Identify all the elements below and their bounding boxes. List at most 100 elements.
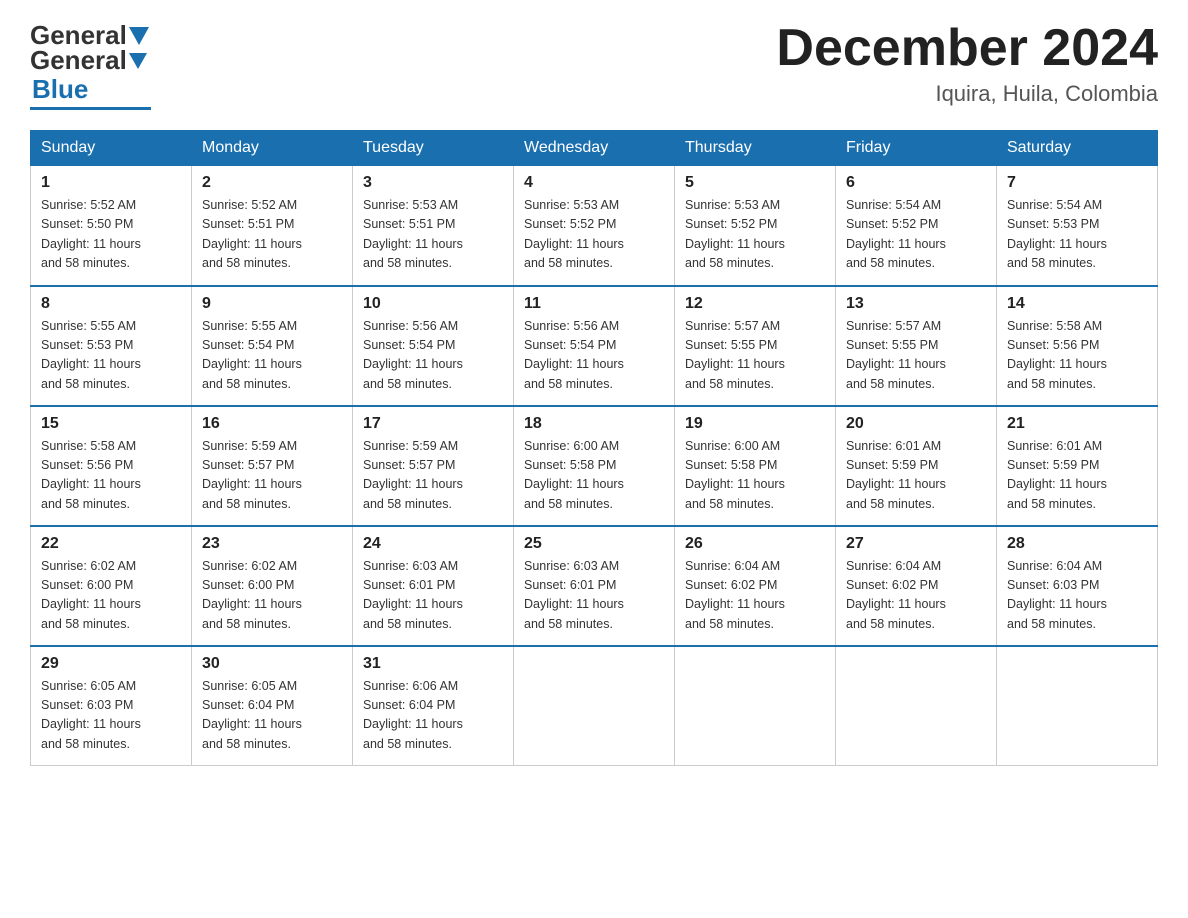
calendar-cell: 26 Sunrise: 6:04 AMSunset: 6:02 PMDaylig…	[675, 526, 836, 646]
col-monday: Monday	[192, 131, 353, 166]
calendar-cell: 27 Sunrise: 6:04 AMSunset: 6:02 PMDaylig…	[836, 526, 997, 646]
header-row: Sunday Monday Tuesday Wednesday Thursday…	[31, 131, 1158, 166]
day-number: 16	[202, 415, 342, 433]
day-info: Sunrise: 5:57 AMSunset: 5:55 PMDaylight:…	[846, 319, 946, 391]
logo-arrow-icon	[129, 53, 147, 69]
day-number: 2	[202, 174, 342, 192]
day-info: Sunrise: 5:55 AMSunset: 5:54 PMDaylight:…	[202, 319, 302, 391]
day-number: 30	[202, 655, 342, 673]
calendar-cell: 14 Sunrise: 5:58 AMSunset: 5:56 PMDaylig…	[997, 286, 1158, 406]
location-subtitle: Iquira, Huila, Colombia	[776, 81, 1158, 107]
day-number: 15	[41, 415, 181, 433]
day-info: Sunrise: 5:52 AMSunset: 5:50 PMDaylight:…	[41, 198, 141, 270]
day-number: 5	[685, 174, 825, 192]
day-info: Sunrise: 6:01 AMSunset: 5:59 PMDaylight:…	[846, 439, 946, 511]
day-number: 11	[524, 295, 664, 313]
calendar-cell: 8 Sunrise: 5:55 AMSunset: 5:53 PMDayligh…	[31, 286, 192, 406]
calendar-table: Sunday Monday Tuesday Wednesday Thursday…	[30, 130, 1158, 766]
day-info: Sunrise: 5:59 AMSunset: 5:57 PMDaylight:…	[202, 439, 302, 511]
day-number: 10	[363, 295, 503, 313]
calendar-cell: 6 Sunrise: 5:54 AMSunset: 5:52 PMDayligh…	[836, 166, 997, 286]
col-wednesday: Wednesday	[514, 131, 675, 166]
week-row-5: 29 Sunrise: 6:05 AMSunset: 6:03 PMDaylig…	[31, 646, 1158, 766]
day-info: Sunrise: 5:55 AMSunset: 5:53 PMDaylight:…	[41, 319, 141, 391]
calendar-cell: 23 Sunrise: 6:02 AMSunset: 6:00 PMDaylig…	[192, 526, 353, 646]
day-info: Sunrise: 5:52 AMSunset: 5:51 PMDaylight:…	[202, 198, 302, 270]
day-info: Sunrise: 6:05 AMSunset: 6:04 PMDaylight:…	[202, 679, 302, 751]
calendar-cell: 4 Sunrise: 5:53 AMSunset: 5:52 PMDayligh…	[514, 166, 675, 286]
day-number: 31	[363, 655, 503, 673]
day-number: 7	[1007, 174, 1147, 192]
day-number: 3	[363, 174, 503, 192]
day-number: 18	[524, 415, 664, 433]
calendar-cell: 19 Sunrise: 6:00 AMSunset: 5:58 PMDaylig…	[675, 406, 836, 526]
col-friday: Friday	[836, 131, 997, 166]
day-number: 9	[202, 295, 342, 313]
calendar-cell: 31 Sunrise: 6:06 AMSunset: 6:04 PMDaylig…	[353, 646, 514, 766]
calendar-cell: 17 Sunrise: 5:59 AMSunset: 5:57 PMDaylig…	[353, 406, 514, 526]
calendar-cell: 24 Sunrise: 6:03 AMSunset: 6:01 PMDaylig…	[353, 526, 514, 646]
month-year-title: December 2024	[776, 20, 1158, 77]
calendar-cell: 28 Sunrise: 6:04 AMSunset: 6:03 PMDaylig…	[997, 526, 1158, 646]
calendar-cell: 12 Sunrise: 5:57 AMSunset: 5:55 PMDaylig…	[675, 286, 836, 406]
day-info: Sunrise: 5:53 AMSunset: 5:52 PMDaylight:…	[524, 198, 624, 270]
day-number: 26	[685, 535, 825, 553]
calendar-cell: 10 Sunrise: 5:56 AMSunset: 5:54 PMDaylig…	[353, 286, 514, 406]
calendar-cell: 25 Sunrise: 6:03 AMSunset: 6:01 PMDaylig…	[514, 526, 675, 646]
day-info: Sunrise: 6:02 AMSunset: 6:00 PMDaylight:…	[202, 559, 302, 631]
day-number: 1	[41, 174, 181, 192]
day-number: 21	[1007, 415, 1147, 433]
col-saturday: Saturday	[997, 131, 1158, 166]
day-info: Sunrise: 6:04 AMSunset: 6:02 PMDaylight:…	[685, 559, 785, 631]
day-info: Sunrise: 5:56 AMSunset: 5:54 PMDaylight:…	[363, 319, 463, 391]
calendar-cell: 11 Sunrise: 5:56 AMSunset: 5:54 PMDaylig…	[514, 286, 675, 406]
calendar-cell: 2 Sunrise: 5:52 AMSunset: 5:51 PMDayligh…	[192, 166, 353, 286]
col-thursday: Thursday	[675, 131, 836, 166]
day-number: 28	[1007, 535, 1147, 553]
day-number: 4	[524, 174, 664, 192]
day-number: 29	[41, 655, 181, 673]
logo-triangle-icon	[129, 27, 149, 45]
day-info: Sunrise: 5:54 AMSunset: 5:52 PMDaylight:…	[846, 198, 946, 270]
col-sunday: Sunday	[31, 131, 192, 166]
calendar-cell	[836, 646, 997, 766]
calendar-cell: 5 Sunrise: 5:53 AMSunset: 5:52 PMDayligh…	[675, 166, 836, 286]
day-info: Sunrise: 5:56 AMSunset: 5:54 PMDaylight:…	[524, 319, 624, 391]
calendar-cell	[675, 646, 836, 766]
day-info: Sunrise: 6:03 AMSunset: 6:01 PMDaylight:…	[524, 559, 624, 631]
day-info: Sunrise: 6:00 AMSunset: 5:58 PMDaylight:…	[685, 439, 785, 511]
week-row-1: 1 Sunrise: 5:52 AMSunset: 5:50 PMDayligh…	[31, 166, 1158, 286]
calendar-cell: 7 Sunrise: 5:54 AMSunset: 5:53 PMDayligh…	[997, 166, 1158, 286]
calendar-cell: 21 Sunrise: 6:01 AMSunset: 5:59 PMDaylig…	[997, 406, 1158, 526]
week-row-2: 8 Sunrise: 5:55 AMSunset: 5:53 PMDayligh…	[31, 286, 1158, 406]
week-row-3: 15 Sunrise: 5:58 AMSunset: 5:56 PMDaylig…	[31, 406, 1158, 526]
day-info: Sunrise: 5:58 AMSunset: 5:56 PMDaylight:…	[1007, 319, 1107, 391]
calendar-cell: 3 Sunrise: 5:53 AMSunset: 5:51 PMDayligh…	[353, 166, 514, 286]
day-info: Sunrise: 5:59 AMSunset: 5:57 PMDaylight:…	[363, 439, 463, 511]
day-number: 22	[41, 535, 181, 553]
day-number: 17	[363, 415, 503, 433]
day-info: Sunrise: 6:01 AMSunset: 5:59 PMDaylight:…	[1007, 439, 1107, 511]
day-info: Sunrise: 5:54 AMSunset: 5:53 PMDaylight:…	[1007, 198, 1107, 270]
day-number: 24	[363, 535, 503, 553]
day-info: Sunrise: 6:03 AMSunset: 6:01 PMDaylight:…	[363, 559, 463, 631]
logo-blue-text: Blue	[32, 74, 88, 105]
day-info: Sunrise: 5:53 AMSunset: 5:52 PMDaylight:…	[685, 198, 785, 270]
day-info: Sunrise: 6:04 AMSunset: 6:03 PMDaylight:…	[1007, 559, 1107, 631]
calendar-cell: 20 Sunrise: 6:01 AMSunset: 5:59 PMDaylig…	[836, 406, 997, 526]
day-info: Sunrise: 5:57 AMSunset: 5:55 PMDaylight:…	[685, 319, 785, 391]
calendar-cell: 1 Sunrise: 5:52 AMSunset: 5:50 PMDayligh…	[31, 166, 192, 286]
day-info: Sunrise: 5:58 AMSunset: 5:56 PMDaylight:…	[41, 439, 141, 511]
calendar-cell: 18 Sunrise: 6:00 AMSunset: 5:58 PMDaylig…	[514, 406, 675, 526]
calendar-cell: 13 Sunrise: 5:57 AMSunset: 5:55 PMDaylig…	[836, 286, 997, 406]
calendar-cell: 16 Sunrise: 5:59 AMSunset: 5:57 PMDaylig…	[192, 406, 353, 526]
day-number: 20	[846, 415, 986, 433]
day-number: 8	[41, 295, 181, 313]
day-info: Sunrise: 6:02 AMSunset: 6:00 PMDaylight:…	[41, 559, 141, 631]
day-info: Sunrise: 6:00 AMSunset: 5:58 PMDaylight:…	[524, 439, 624, 511]
calendar-cell: 30 Sunrise: 6:05 AMSunset: 6:04 PMDaylig…	[192, 646, 353, 766]
logo-underline	[30, 107, 151, 110]
logo-general-bottom: General	[30, 45, 127, 76]
page-header: General General Blue December 2024 Iquir…	[30, 20, 1158, 110]
day-info: Sunrise: 6:06 AMSunset: 6:04 PMDaylight:…	[363, 679, 463, 751]
